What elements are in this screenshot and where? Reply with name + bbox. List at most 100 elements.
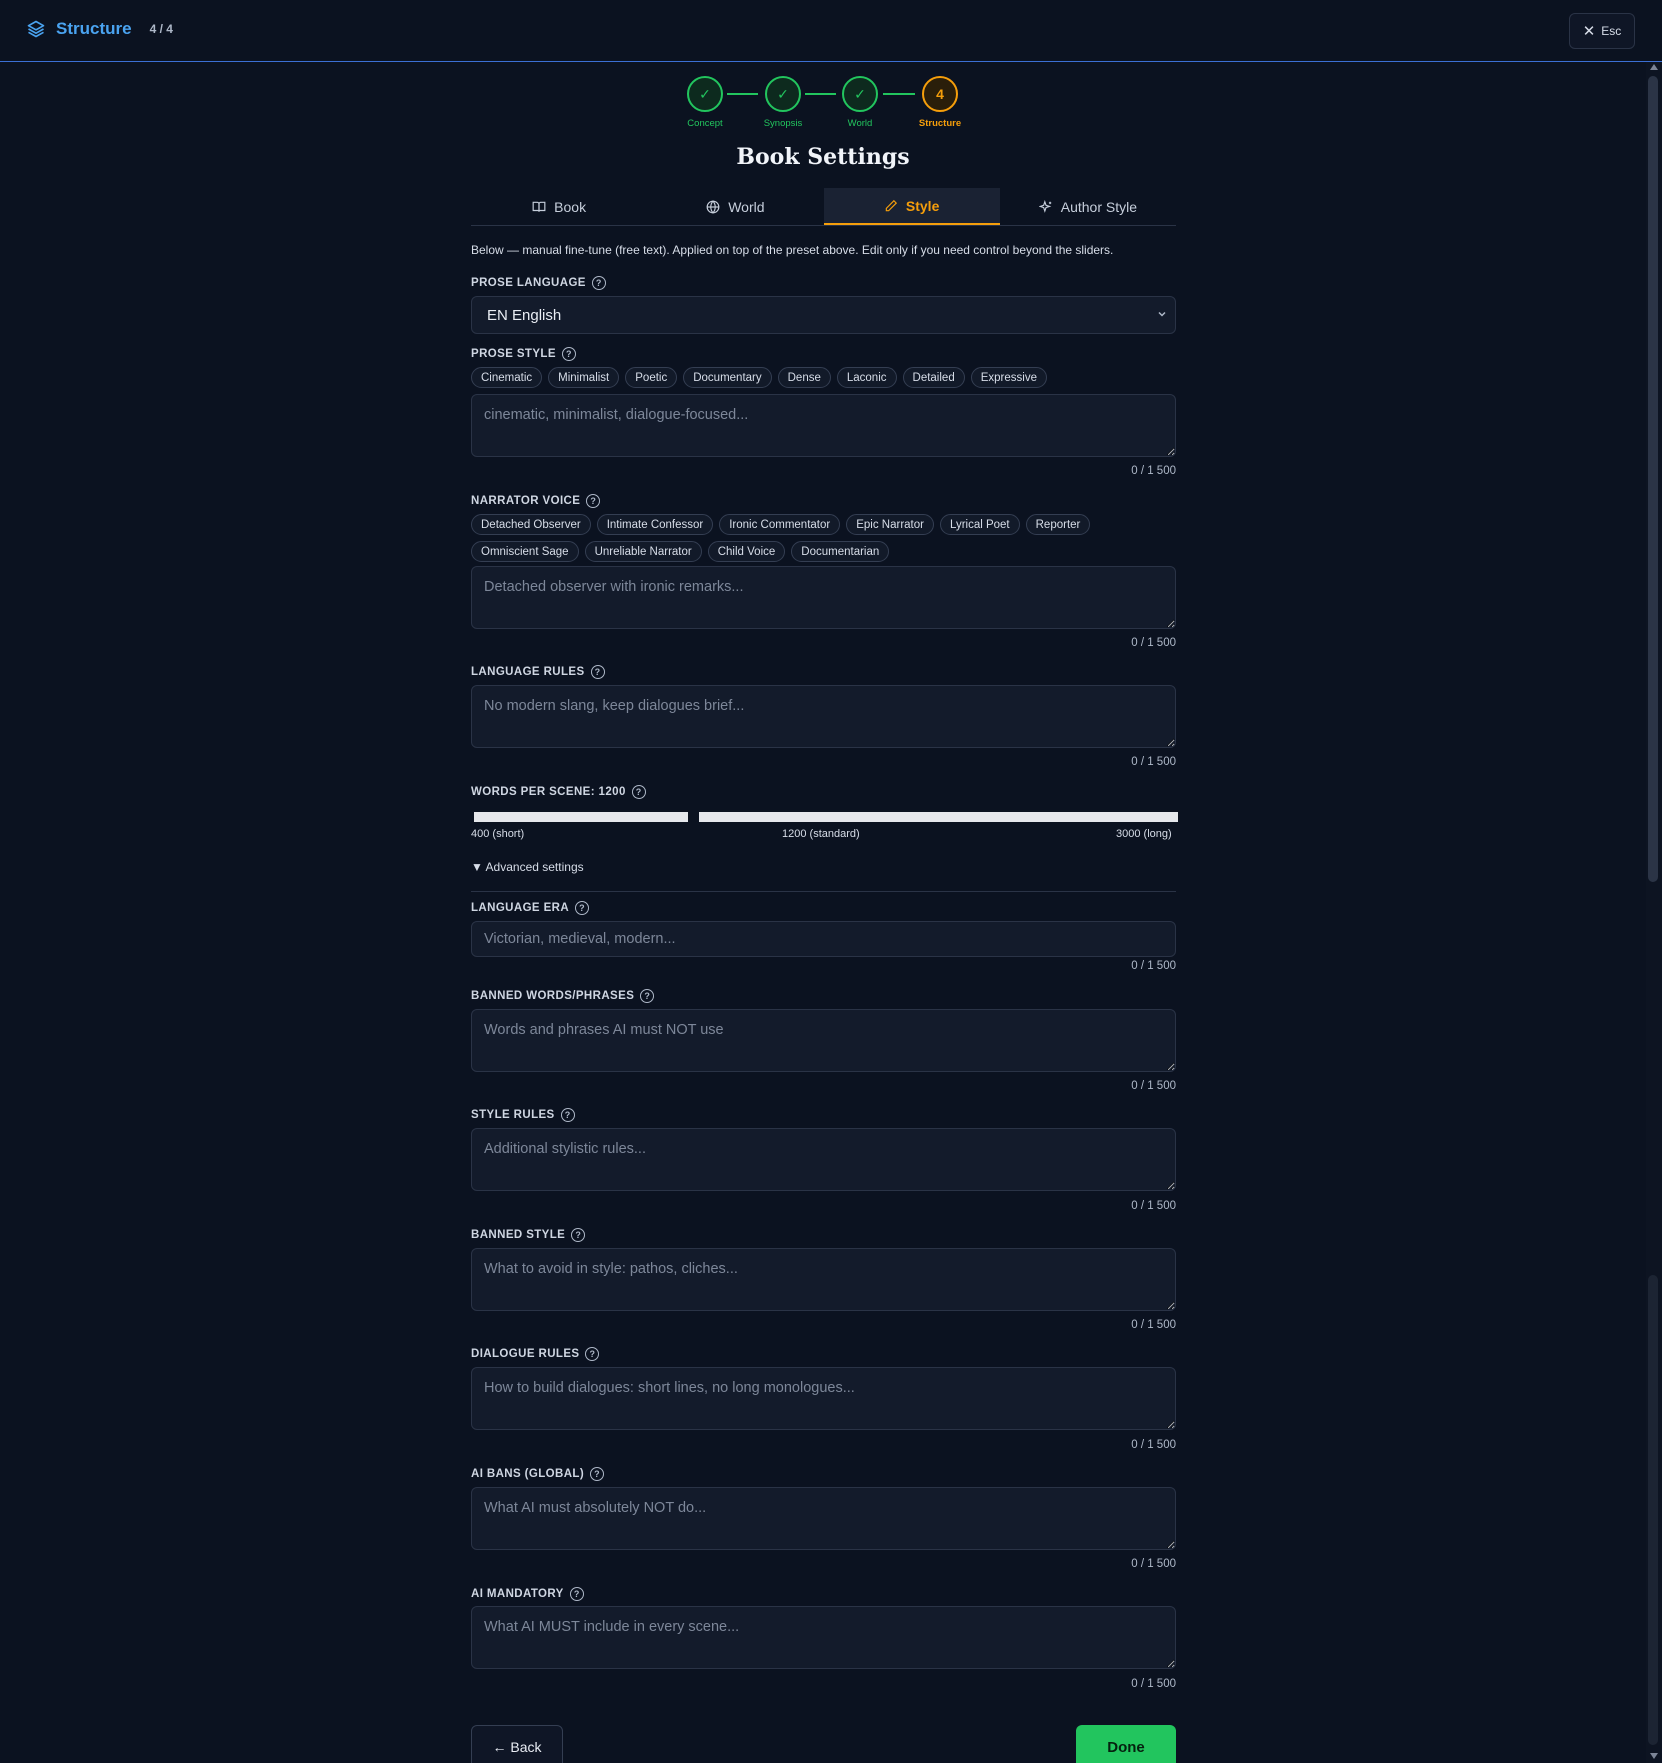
char-counter: 0 / 1 500 (1131, 960, 1176, 972)
words-slider-track-right[interactable] (699, 812, 1178, 822)
close-button[interactable]: ✕ Esc (1569, 13, 1635, 49)
help-icon[interactable]: ? (575, 901, 590, 915)
char-counter: 0 / 1 500 (1131, 637, 1176, 649)
help-icon[interactable]: ? (560, 1108, 575, 1122)
label-text: AI MANDATORY (471, 1588, 564, 1600)
label-text: PROSE LANGUAGE (471, 277, 586, 289)
char-counter: 0 / 1 500 (1131, 1080, 1176, 1092)
chip-unreliable-narrator[interactable]: Unreliable Narrator (584, 541, 702, 562)
language-rules-textarea[interactable] (471, 685, 1176, 748)
chip-detached-observer[interactable]: Detached Observer (471, 514, 591, 535)
tab-label: Style (905, 197, 940, 214)
dialogue-rules-textarea[interactable] (471, 1367, 1176, 1430)
chip-documentary[interactable]: Documentary (683, 367, 772, 388)
advanced-settings-toggle[interactable]: ▼ Advanced settings (471, 860, 584, 874)
prose-style-chips: Cinematic Minimalist Poetic Documentary … (471, 367, 1176, 388)
tab-style[interactable]: Style (823, 188, 1000, 225)
narrator-voice-chips: Detached Observer Intimate Confessor Iro… (471, 514, 1176, 562)
step-synopsis[interactable]: ✓ Synopsis (743, 76, 823, 129)
select-value: EN English (487, 306, 562, 324)
style-rules-label: STYLE RULES ? (471, 1108, 575, 1122)
char-counter: 0 / 1 500 (1131, 1558, 1176, 1570)
book-icon (532, 201, 546, 212)
done-button[interactable]: Done (1076, 1725, 1176, 1763)
layers-icon (27, 20, 45, 38)
help-icon[interactable]: ? (590, 665, 605, 679)
help-icon[interactable]: ? (561, 347, 576, 361)
step-number: 4 (922, 76, 958, 112)
help-icon[interactable]: ? (569, 1587, 584, 1601)
step-label: World (847, 118, 873, 129)
step-concept[interactable]: ✓ Concept (665, 76, 745, 129)
banned-words-textarea[interactable] (471, 1009, 1176, 1072)
help-icon[interactable]: ? (586, 494, 601, 508)
chip-cinematic[interactable]: Cinematic (471, 367, 543, 388)
chip-documentarian[interactable]: Documentarian (791, 541, 890, 562)
help-icon[interactable]: ? (571, 1228, 586, 1242)
chip-expressive[interactable]: Expressive (970, 367, 1047, 388)
tab-book[interactable]: Book (471, 188, 647, 225)
label-text: BANNED STYLE (471, 1229, 566, 1241)
chip-poetic[interactable]: Poetic (625, 367, 678, 388)
chip-laconic[interactable]: Laconic (836, 367, 897, 388)
slider-min-label: 400 (short) (471, 828, 525, 840)
step-label: Synopsis (763, 118, 803, 129)
back-button[interactable]: ← Back (471, 1725, 563, 1763)
chip-dense[interactable]: Dense (777, 367, 831, 388)
intro-text: Below — manual fine-tune (free text). Ap… (471, 243, 1114, 257)
chip-minimalist[interactable]: Minimalist (548, 367, 620, 388)
step-counter: 4 / 4 (149, 22, 173, 36)
label-text: AI BANS (GLOBAL) (471, 1468, 585, 1480)
banned-words-label: BANNED WORDS/PHRASES ? (471, 989, 655, 1003)
tab-label: Author Style (1060, 198, 1137, 215)
language-era-label: LANGUAGE ERA ? (471, 901, 590, 915)
char-counter: 0 / 1 500 (1131, 1678, 1176, 1690)
scrollbar-thumb[interactable] (1648, 76, 1658, 882)
step-structure[interactable]: 4 Structure (900, 76, 980, 129)
check-icon: ✓ (765, 76, 801, 112)
help-icon[interactable]: ? (640, 989, 655, 1003)
step-world[interactable]: ✓ World (820, 76, 900, 129)
narrator-voice-textarea[interactable] (471, 566, 1176, 629)
prose-style-textarea[interactable] (471, 394, 1176, 457)
page-title: Book Settings (736, 144, 910, 170)
chip-detailed[interactable]: Detailed (902, 367, 965, 388)
prose-language-select[interactable]: EN English (471, 296, 1176, 334)
words-per-scene-label: WORDS PER SCENE: 1200 ? (471, 785, 646, 799)
scroll-down-arrow-icon[interactable] (1650, 1753, 1658, 1759)
ai-mandatory-textarea[interactable] (471, 1606, 1176, 1669)
wizard-stepper: ✓ Concept ✓ Synopsis ✓ World 4 Structure (0, 76, 1646, 129)
slider-mid-label: 1200 (standard) (782, 828, 860, 840)
ai-bans-textarea[interactable] (471, 1487, 1176, 1550)
label-text: DIALOGUE RULES (471, 1348, 580, 1360)
chevron-down-icon (1158, 311, 1166, 317)
chip-epic-narrator[interactable]: Epic Narrator (846, 514, 934, 535)
help-icon[interactable]: ? (591, 276, 606, 290)
style-rules-textarea[interactable] (471, 1128, 1176, 1191)
chip-reporter[interactable]: Reporter (1025, 514, 1091, 535)
chip-intimate-confessor[interactable]: Intimate Confessor (596, 514, 714, 535)
scroll-up-arrow-icon[interactable] (1650, 64, 1658, 70)
tab-world[interactable]: World (647, 188, 823, 225)
help-icon[interactable]: ? (585, 1347, 600, 1361)
help-icon[interactable]: ? (590, 1467, 605, 1481)
words-slider-track-left[interactable] (474, 812, 688, 822)
chip-child-voice[interactable]: Child Voice (707, 541, 786, 562)
narrator-voice-label: NARRATOR VOICE ? (471, 494, 601, 508)
help-icon[interactable]: ? (631, 785, 646, 799)
char-counter: 0 / 1 500 (1131, 1319, 1176, 1331)
close-button-label: Esc (1601, 24, 1622, 38)
chip-ironic-commentator[interactable]: Ironic Commentator (719, 514, 841, 535)
pen-icon (885, 199, 897, 211)
banned-style-textarea[interactable] (471, 1248, 1176, 1311)
tab-label: Book (554, 198, 587, 215)
step-label: Concept (687, 118, 723, 129)
chip-lyrical-poet[interactable]: Lyrical Poet (939, 514, 1020, 535)
tab-label: World (728, 198, 765, 215)
tab-author-style[interactable]: Author Style (1000, 188, 1176, 225)
language-era-input[interactable] (471, 921, 1176, 957)
label-text: LANGUAGE ERA (471, 902, 570, 914)
label-text: NARRATOR VOICE (471, 495, 581, 507)
banned-style-label: BANNED STYLE ? (471, 1228, 586, 1242)
chip-omniscient-sage[interactable]: Omniscient Sage (471, 541, 579, 562)
